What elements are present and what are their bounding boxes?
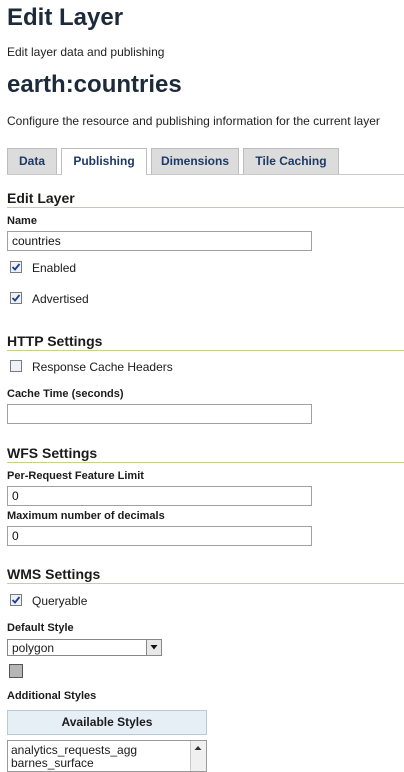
wfs-settings-heading: WFS Settings: [7, 445, 98, 461]
check-icon: [11, 596, 21, 604]
name-input[interactable]: [7, 231, 312, 251]
queryable-label: Queryable: [32, 594, 88, 608]
decimals-label: Maximum number of decimals: [7, 510, 165, 522]
additional-styles-label: Additional Styles: [7, 690, 97, 702]
decimals-input[interactable]: [7, 526, 312, 546]
queryable-checkbox[interactable]: [10, 594, 22, 606]
check-icon: [11, 263, 21, 271]
section-divider: [7, 350, 404, 351]
available-styles-list[interactable]: analytics_requests_agg barnes_surface: [7, 740, 207, 772]
chevron-down-icon[interactable]: [146, 640, 161, 655]
cache-headers-label: Response Cache Headers: [32, 360, 173, 374]
chevron-up-icon[interactable]: [191, 742, 205, 754]
advertised-label: Advertised: [32, 292, 89, 306]
http-settings-heading: HTTP Settings: [7, 333, 103, 349]
available-styles-header: Available Styles: [7, 710, 207, 735]
page-title: Edit Layer: [7, 4, 124, 31]
layer-description: Configure the resource and publishing in…: [7, 114, 380, 128]
cache-time-input[interactable]: [7, 404, 312, 424]
enabled-checkbox[interactable]: [10, 261, 22, 273]
cache-headers-checkbox[interactable]: [10, 360, 22, 372]
page-subtitle: Edit layer data and publishing: [7, 45, 165, 59]
default-style-label: Default Style: [7, 622, 74, 634]
tab-publishing[interactable]: Publishing: [61, 148, 147, 175]
advertised-checkbox[interactable]: [10, 292, 22, 304]
layer-name-heading: earth:countries: [7, 71, 182, 98]
tab-tile-caching[interactable]: Tile Caching: [243, 148, 339, 174]
section-divider: [7, 462, 404, 463]
default-style-value: polygon: [12, 641, 55, 655]
feature-limit-input[interactable]: [7, 486, 312, 506]
feature-limit-label: Per-Request Feature Limit: [7, 470, 144, 482]
section-divider: [7, 207, 404, 208]
style-preview-swatch: [9, 664, 23, 678]
wms-settings-heading: WMS Settings: [7, 566, 101, 582]
section-divider: [7, 583, 404, 584]
enabled-label: Enabled: [32, 261, 77, 275]
name-label: Name: [7, 215, 37, 227]
tab-dimensions[interactable]: Dimensions: [151, 148, 239, 174]
cache-time-label: Cache Time (seconds): [7, 388, 124, 400]
tab-data[interactable]: Data: [7, 148, 57, 174]
list-scrollbar[interactable]: [190, 741, 206, 771]
tab-bar: Data Publishing Dimensions Tile Caching: [7, 148, 404, 175]
edit-layer-heading: Edit Layer: [7, 190, 75, 206]
check-icon: [11, 294, 21, 302]
list-item[interactable]: barnes_surface: [8, 757, 206, 770]
default-style-select[interactable]: polygon: [7, 639, 162, 656]
